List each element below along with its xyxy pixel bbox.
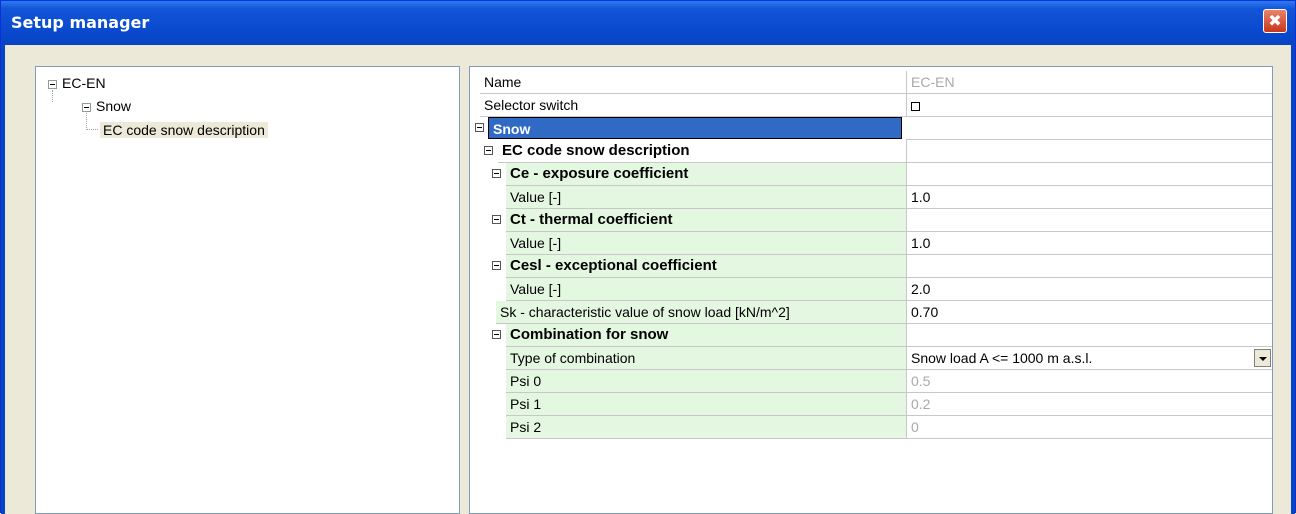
grid-row-snow[interactable]: Snow	[470, 117, 1272, 140]
ct-value-field[interactable]: 1.0	[906, 232, 1272, 255]
collapse-icon[interactable]	[475, 123, 484, 132]
grid-row-ec-code[interactable]: EC code snow description	[470, 140, 1272, 163]
grid-row-cesl-value[interactable]: Value [-] 2.0	[470, 278, 1272, 301]
section-header-ct: Ct - thermal coefficient	[506, 209, 907, 232]
tree-node-ec-en[interactable]: EC-EN	[48, 73, 106, 93]
collapse-icon[interactable]	[492, 330, 501, 339]
grid-row-selector-switch: Selector switch	[470, 94, 1272, 117]
grid-row-ct[interactable]: Ct - thermal coefficient	[470, 209, 1272, 232]
section-header-cesl: Cesl - exceptional coefficient	[506, 255, 907, 278]
ce-value-field[interactable]: 1.0	[906, 186, 1272, 209]
property-label: Psi 1	[506, 393, 907, 416]
property-label: Type of combination	[506, 347, 907, 370]
tree-node-snow[interactable]: Snow	[82, 96, 131, 116]
client-area: EC-EN Snow EC code snow description Name…	[5, 49, 1291, 514]
section-header-snow[interactable]: Snow	[488, 117, 902, 139]
property-label: Value [-]	[506, 186, 907, 209]
grid-row-psi2: Psi 2 0	[470, 416, 1272, 439]
grid-row-psi0: Psi 0 0.5	[470, 370, 1272, 393]
tree-connector	[86, 129, 98, 130]
property-label: Value [-]	[506, 278, 907, 301]
property-value: EC-EN	[906, 71, 1272, 94]
collapse-icon[interactable]	[492, 169, 501, 178]
selected-value: Snow load A <= 1000 m a.s.l.	[911, 350, 1093, 366]
grid-row-cesl[interactable]: Cesl - exceptional coefficient	[470, 255, 1272, 278]
grid-row-sk[interactable]: Sk - characteristic value of snow load […	[470, 301, 1272, 324]
property-label: Sk - characteristic value of snow load […	[496, 301, 907, 324]
property-grid[interactable]: Name EC-EN Selector switch Snow EC code …	[469, 66, 1273, 514]
tree-view[interactable]: EC-EN Snow EC code snow description	[35, 66, 460, 514]
collapse-icon[interactable]	[484, 146, 493, 155]
window-right-border	[1291, 45, 1295, 514]
tree-node-ec-code-snow-description[interactable]: EC code snow description	[100, 120, 268, 140]
psi1-value: 0.2	[906, 393, 1272, 416]
property-value	[906, 117, 1272, 140]
collapse-icon[interactable]	[48, 79, 57, 89]
tree-node-label: EC-EN	[62, 75, 106, 91]
section-header-ce: Ce - exposure coefficient	[506, 163, 907, 186]
section-header-ec-code: EC code snow description	[498, 140, 907, 163]
psi0-value: 0.5	[906, 370, 1272, 393]
collapse-icon[interactable]	[82, 102, 91, 112]
grid-row-combination[interactable]: Combination for snow	[470, 324, 1272, 347]
grid-row-ct-value[interactable]: Value [-] 1.0	[470, 232, 1272, 255]
tree-node-label: Snow	[96, 98, 132, 114]
section-header-combination: Combination for snow	[506, 324, 907, 347]
property-value	[906, 163, 1272, 186]
property-value	[906, 255, 1272, 278]
property-label: Psi 2	[506, 416, 907, 439]
sk-value-field[interactable]: 0.70	[906, 301, 1272, 324]
title-bar[interactable]: Setup manager ✖	[1, 1, 1295, 45]
selector-switch-checkbox[interactable]	[911, 101, 920, 111]
property-label: Selector switch	[480, 94, 907, 117]
grid-row-type-of-combination[interactable]: Type of combination Snow load A <= 1000 …	[470, 347, 1272, 370]
cesl-value-field[interactable]: 2.0	[906, 278, 1272, 301]
property-label: Name	[480, 71, 907, 94]
property-value	[906, 324, 1272, 347]
psi2-value: 0	[906, 416, 1272, 439]
collapse-icon[interactable]	[492, 261, 501, 270]
property-label: Psi 0	[506, 370, 907, 393]
grid-row-name: Name EC-EN	[470, 71, 1272, 94]
close-button[interactable]: ✖	[1263, 9, 1287, 33]
property-label: Value [-]	[506, 232, 907, 255]
grid-row-psi1: Psi 1 0.2	[470, 393, 1272, 416]
type-of-combination-select[interactable]: Snow load A <= 1000 m a.s.l.	[906, 347, 1272, 370]
dropdown-arrow-icon[interactable]	[1254, 349, 1271, 367]
property-value	[906, 209, 1272, 232]
tree-node-label: EC code snow description	[100, 122, 268, 138]
window-title: Setup manager	[11, 13, 150, 32]
collapse-icon[interactable]	[492, 215, 501, 224]
close-icon: ✖	[1268, 11, 1282, 30]
grid-row-ce[interactable]: Ce - exposure coefficient	[470, 163, 1272, 186]
property-value	[906, 140, 1272, 163]
grid-row-ce-value[interactable]: Value [-] 1.0	[470, 186, 1272, 209]
setup-manager-window: Setup manager ✖ EC-EN Snow EC code snow …	[0, 0, 1296, 514]
property-value	[906, 94, 1272, 117]
